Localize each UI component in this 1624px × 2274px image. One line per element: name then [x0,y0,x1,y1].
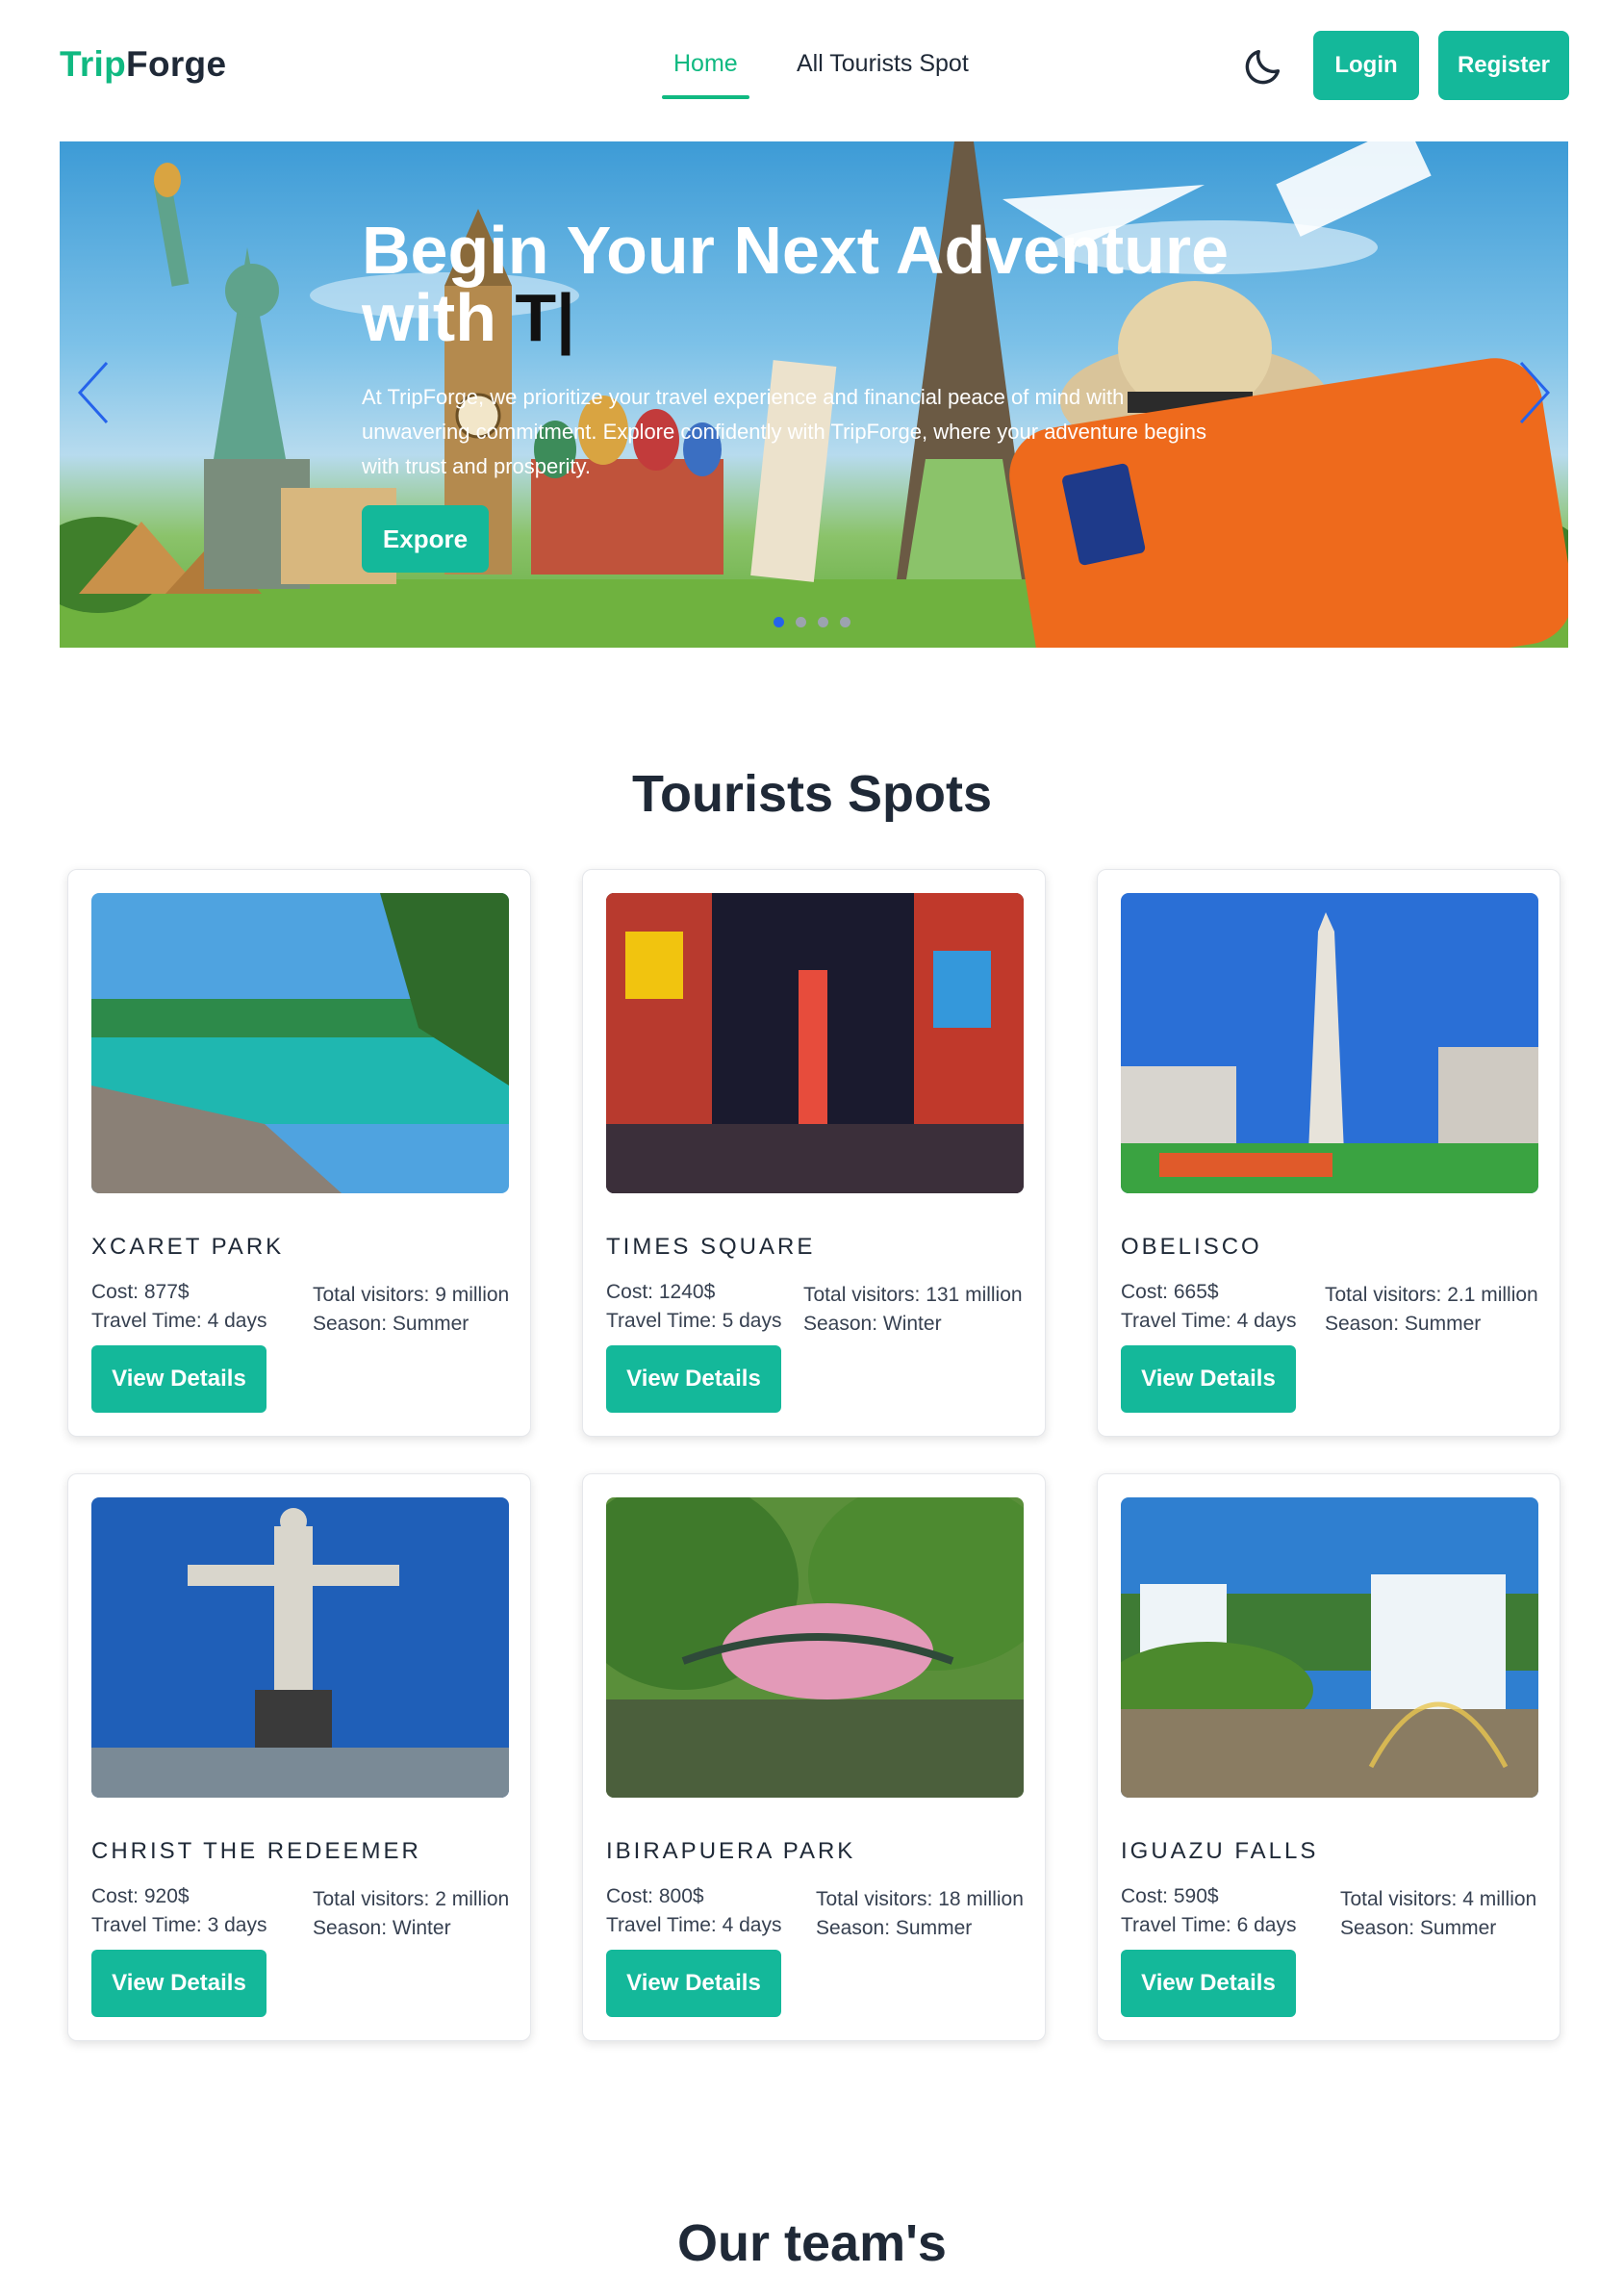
spot-right-column: Total visitors: 18 million Season: Summe… [816,1885,1024,1943]
nav-all-spots-link[interactable]: All Tourists Spot [797,50,969,78]
explore-button[interactable]: Expore [362,505,489,573]
spot-visitors: Total visitors: 2.1 million [1325,1284,1538,1306]
spot-visitors: Total visitors: 2 million [313,1888,510,1910]
view-details-button[interactable]: View Details [606,1950,781,2017]
hero-title-line1: Begin Your Next Adventure [362,213,1230,288]
spot-card: OBELISCO Cost: 665$ Travel Time: 4 days … [1097,869,1561,1437]
spot-season: Season: Summer [1325,1313,1482,1335]
hero-typewriter-text: T| [515,280,575,355]
navbar: TripForge Home All Tourists Spot Login R… [0,0,1624,135]
register-button[interactable]: Register [1438,31,1569,100]
hero-banner: Begin Your Next Adventure with T| At Tri… [60,141,1568,648]
spot-right-column: Total visitors: 2 million Season: Winter [313,1885,509,1943]
spot-cost: Cost: 590$ [1121,1885,1219,1907]
nav-home-link[interactable]: Home [662,50,749,99]
view-details-button[interactable]: View Details [91,1950,266,2017]
spot-name: TIMES SQUARE [606,1234,816,1260]
spot-card: IGUAZU FALLS Cost: 590$ Travel Time: 6 d… [1097,1473,1561,2041]
spot-visitors: Total visitors: 9 million [313,1284,510,1306]
spot-travel-time: Travel Time: 5 days [606,1310,782,1332]
spot-card: IBIRAPUERA PARK Cost: 800$ Travel Time: … [582,1473,1046,2041]
view-details-button[interactable]: View Details [1121,1950,1296,2017]
carousel-dot-2[interactable] [796,617,806,627]
spot-image [606,893,1024,1193]
spot-season: Season: Winter [803,1313,942,1335]
carousel-next-arrow-icon[interactable] [1515,359,1554,426]
spot-image [91,1497,509,1798]
spot-name: IGUAZU FALLS [1121,1838,1319,1864]
spot-travel-time: Travel Time: 6 days [1121,1914,1297,1936]
view-details-button[interactable]: View Details [91,1345,266,1413]
hero-title: Begin Your Next Adventure with T| [362,217,1324,351]
login-button[interactable]: Login [1313,31,1419,100]
spot-card: XCARET PARK Cost: 877$ Travel Time: 4 da… [67,869,531,1437]
spot-cost: Cost: 665$ [1121,1281,1219,1303]
carousel-dot-4[interactable] [840,617,850,627]
spot-cost: Cost: 877$ [91,1281,190,1303]
spot-image [606,1497,1024,1798]
view-details-button[interactable]: View Details [606,1345,781,1413]
spot-name: CHRIST THE REDEEMER [91,1838,421,1864]
spot-cost: Cost: 800$ [606,1885,704,1907]
carousel-pagination [774,617,850,627]
spot-travel-time: Travel Time: 4 days [91,1310,267,1332]
spot-right-column: Total visitors: 131 million Season: Wint… [803,1281,1023,1339]
spot-image [1121,1497,1538,1798]
brand-logo[interactable]: TripForge [60,44,226,85]
spot-image [91,893,509,1193]
team-section-title: Our team's [677,2214,947,2272]
spot-season: Season: Winter [313,1917,451,1939]
spot-name: OBELISCO [1121,1234,1262,1260]
spot-right-column: Total visitors: 9 million Season: Summer [313,1281,509,1339]
spot-name: XCARET PARK [91,1234,285,1260]
spot-right-column: Total visitors: 2.1 million Season: Summ… [1325,1281,1538,1339]
view-details-button[interactable]: View Details [1121,1345,1296,1413]
brand-part-forge: Forge [126,44,227,84]
brand-part-trip: Trip [60,44,127,84]
spot-visitors: Total visitors: 18 million [816,1888,1024,1910]
moon-icon[interactable] [1241,44,1285,89]
spots-section-title: Tourists Spots [631,765,993,823]
spot-card: TIMES SQUARE Cost: 1240$ Travel Time: 5 … [582,869,1046,1437]
spot-travel-time: Travel Time: 3 days [91,1914,267,1936]
spot-travel-time: Travel Time: 4 days [606,1914,782,1936]
spot-season: Season: Summer [1340,1917,1497,1939]
spot-season: Season: Summer [816,1917,973,1939]
carousel-dot-3[interactable] [818,617,828,627]
spot-name: IBIRAPUERA PARK [606,1838,856,1864]
spot-season: Season: Summer [313,1313,469,1335]
spot-image [1121,893,1538,1193]
spot-cost: Cost: 920$ [91,1885,190,1907]
spot-card: CHRIST THE REDEEMER Cost: 920$ Travel Ti… [67,1473,531,2041]
spot-visitors: Total visitors: 131 million [803,1284,1023,1306]
carousel-prev-arrow-icon[interactable] [74,359,113,426]
spot-visitors: Total visitors: 4 million [1340,1888,1537,1910]
spot-cost: Cost: 1240$ [606,1281,716,1303]
spot-travel-time: Travel Time: 4 days [1121,1310,1297,1332]
hero-description: At TripForge, we prioritize your travel … [362,385,1206,478]
hero-title-line2: with [362,280,496,355]
spot-right-column: Total visitors: 4 million Season: Summer [1340,1885,1536,1943]
carousel-dot-1[interactable] [774,617,784,627]
